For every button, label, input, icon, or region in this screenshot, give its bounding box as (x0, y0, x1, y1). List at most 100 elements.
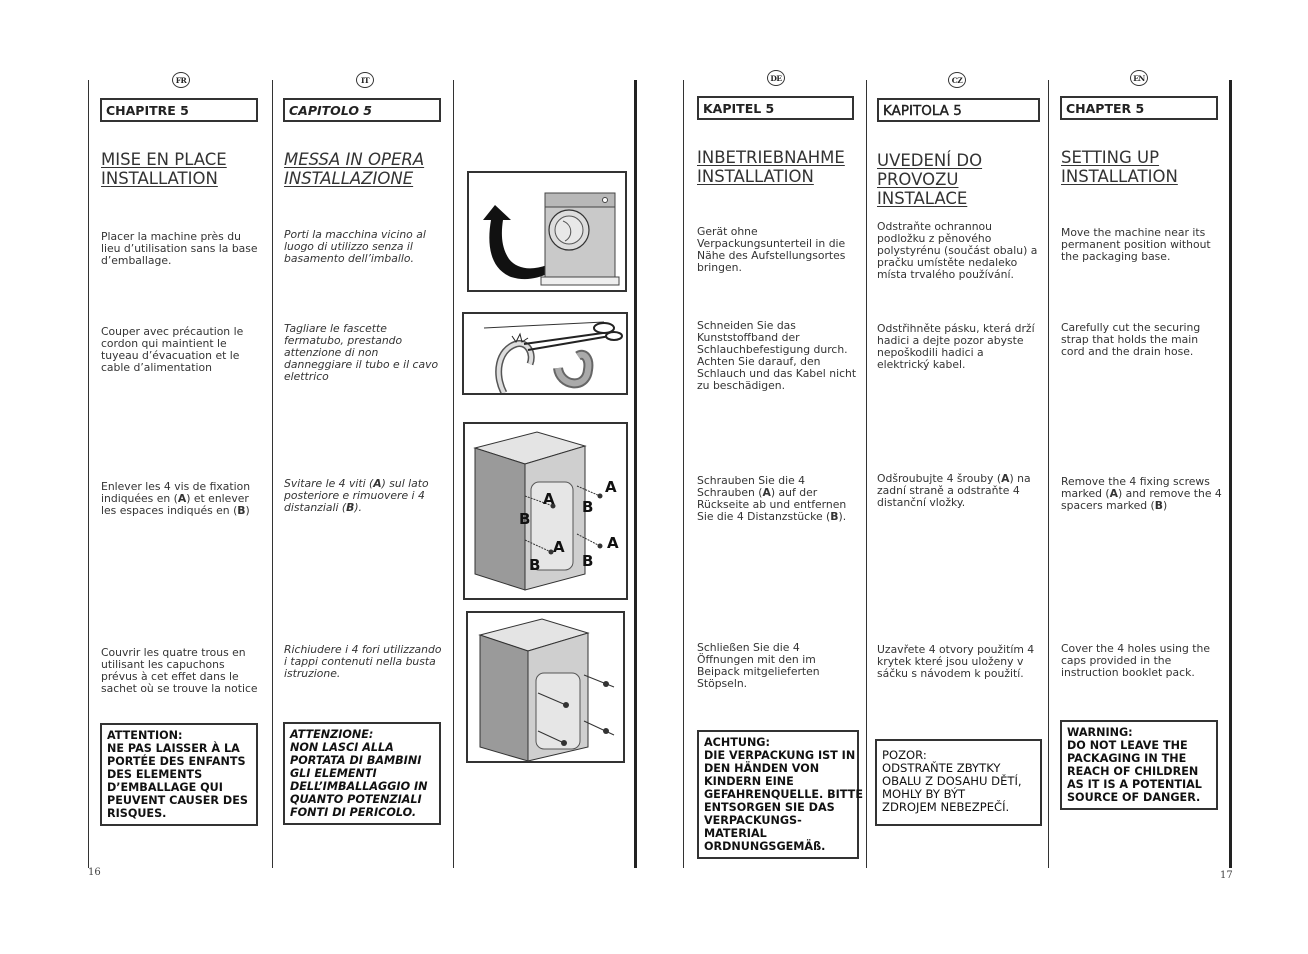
page-gutter-divider (634, 80, 637, 868)
section-title: MESSA IN OPERA INSTALLAZIONE (284, 150, 424, 188)
language-badge-de: DE (767, 70, 785, 86)
figure-label-b: B (582, 552, 593, 570)
title-line: INBETRIEBNAHME (697, 148, 845, 167)
warning-box: ATTENZIONE: NON LASCI ALLA PORTATA DI BAMB… (283, 722, 441, 825)
warning-line: KINDERN EINE (704, 775, 794, 788)
warning-line: DELL’IMBALLAGGIO IN (290, 780, 428, 793)
page-right-border (1229, 80, 1232, 868)
warning-line: GLI ELEMENTI (290, 767, 377, 780)
title-line: UVEDENÍ DO (877, 151, 983, 170)
warning-line: PORTÉE DES ENFANTS (107, 755, 246, 768)
section-title: UVEDENÍ DO PROVOZU INSTALACE (877, 151, 982, 208)
figure-cover-holes (466, 611, 625, 763)
language-badge-fr: FR (172, 72, 190, 88)
chapter-heading: KAPITOLA 5 (877, 98, 1040, 122)
step-2-text: Tagliare le fascette fermatubo, prestand… (284, 322, 439, 384)
warning-heading: WARNING: (1067, 726, 1133, 739)
title-line: SETTING UP (1061, 148, 1160, 167)
figure-label-a: A (553, 538, 565, 556)
step-1-text: Odstraňte ochrannou podložku z pěnového … (877, 220, 1038, 282)
chapter-heading: KAPITEL 5 (697, 96, 854, 120)
scissors-hose-illustration (483, 321, 623, 393)
step-3-text: Enlever les 4 vis de fixation indiquées … (101, 480, 263, 518)
warning-heading: ACHTUNG: (704, 736, 770, 749)
text-span: Svitare le 4 viti ( (284, 477, 374, 490)
step-3-text: Remove the 4 fixing screws marked (A) an… (1061, 475, 1225, 513)
step-1-text: Placer la machine près du lieu d’utilisa… (101, 230, 258, 268)
title-line: INSTALLAZIONE (284, 169, 414, 188)
section-title: MISE EN PLACE INSTALLATION (101, 150, 227, 188)
step-3-text: Svitare le 4 viti (A) sul lato posterior… (284, 477, 444, 515)
machine-rear-caps-illustration (478, 618, 615, 761)
column-divider (1048, 80, 1049, 868)
label-a: A (1109, 487, 1118, 501)
warning-line: DES ELEMENTS (107, 768, 203, 781)
step-2-text: Couper avec précaution le cordon qui mai… (101, 325, 244, 375)
figure-label-a: A (543, 490, 555, 508)
warning-line: DO NOT LEAVE THE (1067, 739, 1188, 752)
warning-heading: ATTENZIONE: (290, 728, 374, 741)
warning-line: MATERIAL (704, 827, 767, 840)
warning-line: SOURCE OF DANGER. (1067, 791, 1201, 804)
chapter-heading: CAPITOLO 5 (283, 98, 441, 122)
title-line: INSTALLATION (697, 167, 814, 186)
step-3-text: Odšroubujte 4 šrouby (A) na zadní straně… (877, 472, 1039, 509)
figure-label-a: A (607, 534, 619, 552)
warning-line: PORTATA DI BAMBINI (290, 754, 422, 767)
warning-line: NON LASCI ALLA (290, 741, 394, 754)
warning-box: ATTENTION: NE PAS LAISSER À LA PORTÉE DES … (100, 723, 258, 826)
step-4-text: Couvrir les quatre trous en utilisant le… (101, 646, 258, 696)
step-1-text: Gerät ohne Verpackungsunterteil in die N… (697, 225, 846, 275)
warning-line: FONTI DI PERICOLO. (290, 806, 417, 819)
figure-remove-screws: A B A B A B A B (463, 422, 628, 600)
section-title: INBETRIEBNAHME INSTALLATION (697, 148, 845, 186)
warning-line: VERPACKUNGS- (704, 814, 802, 827)
warning-line: ZDROJEM NEBEZPEČÍ. (882, 800, 1010, 814)
warning-box: ACHTUNG: DIE VERPACKUNG IST IN DEN HÄNDEN … (697, 730, 863, 859)
text-span: ). (354, 501, 362, 515)
step-4-text: Richiudere i 4 fori utilizzando i tappi … (284, 643, 442, 681)
chapter-heading: CHAPTER 5 (1060, 96, 1218, 120)
warning-line: NE PAS LAISSER À LA (107, 742, 240, 755)
warning-line: ENTSORGEN SIE DAS (704, 801, 835, 814)
warning-line: DIE VERPACKUNG IST IN (704, 749, 856, 762)
figure-label-a: A (605, 478, 617, 496)
step-2-text: Schneiden Sie das Kunststoffband der Sch… (697, 319, 857, 393)
column-divider (683, 80, 684, 868)
warning-line: QUANTO POTENZIALI (290, 793, 422, 806)
label-a: A (373, 477, 382, 490)
section-title: SETTING UP INSTALLATION (1061, 148, 1178, 186)
warning-line: ORDNUNGSGEMÄß. (704, 840, 826, 853)
figure-move-machine (467, 171, 627, 292)
chapter-heading: CHAPITRE 5 (100, 98, 258, 122)
label-b: B (1154, 499, 1163, 513)
step-4-text: Uzavřete 4 otvory použitím 4 krytek kter… (877, 643, 1035, 681)
step-2-text: Carefully cut the securing strap that ho… (1061, 321, 1201, 359)
figure-label-b: B (582, 498, 593, 516)
language-badge-it: IT (356, 72, 374, 88)
machine-rear-screws-illustration: A B A B A B A B (473, 431, 619, 591)
figure-cut-strap (462, 312, 628, 395)
step-4-text: Schließen Sie die 4 Öffnungen mit den im… (697, 641, 820, 691)
column-divider (453, 80, 454, 868)
warning-box: WARNING: DO NOT LEAVE THE PACKAGING IN THE… (1060, 720, 1218, 810)
language-badge-en: EN (1130, 70, 1148, 86)
washing-machine-arrow-illustration (483, 192, 620, 286)
language-badge-cz: CZ (948, 72, 966, 88)
text-span: Odšroubujte 4 šrouby ( (877, 472, 1002, 485)
warning-line: AS IT IS A POTENTIAL (1067, 778, 1202, 791)
text-span: ). (838, 510, 847, 524)
title-line: MESSA IN OPERA (284, 150, 425, 169)
text-span: ) (1163, 499, 1168, 513)
title-line: MISE EN PLACE (101, 150, 227, 169)
warning-line: PACKAGING IN THE (1067, 752, 1187, 765)
step-2-text: Odstřihněte pásku, která drží hadici a d… (877, 322, 1035, 372)
label-b: B (237, 504, 246, 518)
warning-heading: ATTENTION: (107, 729, 183, 742)
label-a: A (762, 486, 771, 500)
page-number-left: 16 (88, 867, 101, 878)
page-number-right: 17 (1220, 870, 1233, 881)
step-3-text: Schrauben Sie die 4 Schrauben (A) auf de… (697, 474, 859, 524)
step-1-text: Move the machine near its permanent posi… (1061, 226, 1211, 264)
figure-label-b: B (529, 556, 540, 574)
